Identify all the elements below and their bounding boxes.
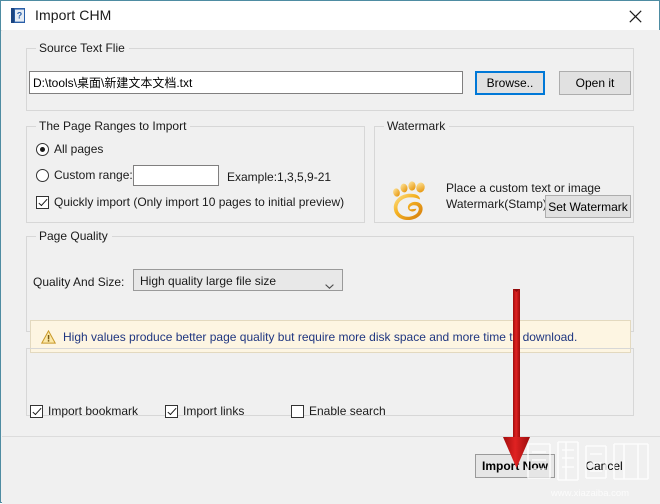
- checkbox-import-links-indicator: [165, 404, 178, 418]
- quality-warning-text: High values produce better page quality …: [63, 330, 578, 344]
- checkbox-import-bookmark-label: Import bookmark: [48, 404, 139, 418]
- title-bar: ? Import CHM: [1, 1, 659, 31]
- radio-custom-range-indicator: [36, 168, 49, 182]
- close-icon[interactable]: [613, 1, 659, 29]
- checkbox-quickly-import-indicator: [36, 195, 49, 209]
- checkbox-enable-search[interactable]: Enable search: [291, 404, 386, 418]
- page-ranges-group-title: The Page Ranges to Import: [36, 119, 191, 133]
- radio-custom-range-label: Custom range:: [54, 168, 133, 182]
- open-it-button[interactable]: Open it: [559, 71, 631, 95]
- browse-button[interactable]: Browse..: [475, 71, 545, 95]
- quality-and-size-value: High quality large file size: [140, 274, 277, 288]
- custom-range-input[interactable]: [133, 165, 219, 186]
- checkbox-enable-search-indicator: [291, 404, 304, 418]
- cancel-button[interactable]: Cancel: [573, 454, 635, 478]
- chm-book-icon: ?: [10, 7, 27, 24]
- radio-custom-range[interactable]: Custom range:: [36, 168, 133, 182]
- radio-all-pages-indicator: [36, 142, 49, 156]
- source-path-input[interactable]: [29, 71, 463, 94]
- set-watermark-button[interactable]: Set Watermark: [545, 195, 631, 218]
- footprint-icon: [387, 175, 435, 223]
- checkbox-quickly-import[interactable]: Quickly import (Only import 10 pages to …: [36, 195, 344, 209]
- radio-all-pages[interactable]: All pages: [36, 142, 103, 156]
- watermark-group-title: Watermark: [384, 119, 450, 133]
- checkbox-import-links[interactable]: Import links: [165, 404, 244, 418]
- checkbox-import-bookmark[interactable]: Import bookmark: [30, 404, 138, 418]
- quality-and-size-select[interactable]: High quality large file size: [133, 269, 343, 291]
- import-now-button[interactable]: Import Now: [475, 454, 555, 478]
- svg-text:?: ?: [17, 11, 23, 21]
- chevron-down-icon: [325, 278, 334, 289]
- page-title: Import CHM: [35, 7, 112, 23]
- import-chm-dialog: ? Import CHM Source Text Flie Browse.. O…: [0, 0, 660, 504]
- checkbox-import-links-label: Import links: [183, 404, 245, 418]
- radio-all-pages-label: All pages: [54, 142, 104, 156]
- quality-and-size-label: Quality And Size:: [33, 275, 125, 289]
- watermark-description-line1: Place a custom text or image: [446, 181, 601, 195]
- dialog-content: Source Text Flie Browse.. Open it The Pa…: [2, 30, 660, 436]
- source-text-file-group-title: Source Text Flie: [36, 41, 129, 55]
- page-quality-group-title: Page Quality: [36, 229, 112, 243]
- warning-triangle-icon: [40, 329, 57, 344]
- checkbox-import-bookmark-indicator: [30, 404, 43, 418]
- checkbox-quickly-import-label: Quickly import (Only import 10 pages to …: [54, 195, 345, 209]
- custom-range-example-label: Example:1,3,5,9-21: [227, 170, 332, 184]
- dialog-footer: Import Now Cancel: [2, 436, 660, 504]
- checkbox-enable-search-label: Enable search: [309, 404, 386, 418]
